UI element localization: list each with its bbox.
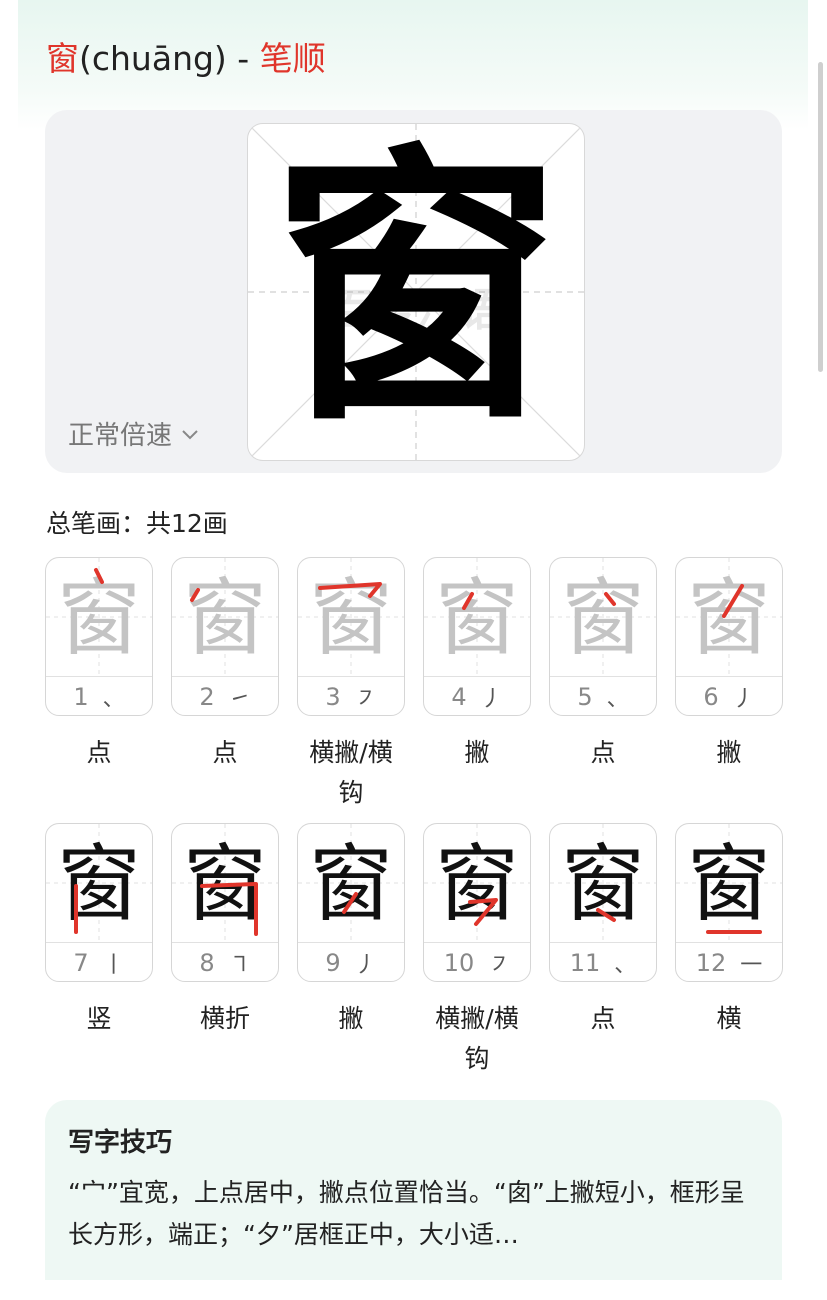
stroke-glyph: 、 [606,686,629,712]
stroke-glyph: 丨 [102,952,125,978]
stroke-glyph: 、 [614,952,637,978]
animation-canvas[interactable]: 百度汉语 窗 [247,123,585,461]
stroke-name: 横 [716,1004,742,1033]
stroke-name: 点 [590,1004,616,1033]
current-stroke-highlight [722,584,744,618]
stroke-item[interactable]: 窗 3 ㇇横撇/横钩 [297,557,405,807]
chevron-down-icon [182,429,198,439]
stroke-item[interactable]: 窗 11、点 [549,823,657,1033]
stroke-card[interactable]: 窗9丿 [297,823,405,982]
stroke-number: 11 [569,948,601,977]
stroke-card[interactable]: 窗 8 ㇕ [171,823,279,982]
title-pinyin: (chuāng) [79,39,227,78]
stroke-footer: 1、 [46,676,152,715]
stroke-footer: 3 ㇇ [298,676,404,715]
stroke-glyph: 一 [740,952,763,978]
stroke-card[interactable]: 窗 12 一 [675,823,783,982]
stroke-name: 点 [590,738,616,767]
stroke-number: 1 [73,682,89,711]
stroke-item[interactable]: 窗 5、点 [549,557,657,767]
title-section: 笔顺 [259,39,326,78]
current-stroke-highlight [596,908,616,922]
stroke-footer: 11 、 [550,942,656,981]
current-stroke-highlight [200,882,258,936]
stroke-item[interactable]: 窗 2 ㇀点 [171,557,279,767]
stroke-footer: 6丿 [676,676,782,715]
stroke-card[interactable]: 窗4丿 [423,557,531,716]
scrollbar[interactable] [818,62,823,372]
stroke-item[interactable]: 窗 12 一横 [675,823,783,1033]
stroke-name: 点 [212,738,238,767]
stroke-card[interactable]: 窗 11、 [549,823,657,982]
current-stroke-highlight [462,592,474,610]
stroke-card[interactable]: 窗7丨 [45,823,153,982]
stroke-number: 2 [199,682,215,711]
animated-character: 窗 [271,123,561,459]
page-title: 窗(chuāng) - 笔顺 [46,34,326,84]
stroke-item[interactable]: 窗 10 ㇇横撇/横钩 [423,823,531,1073]
stroke-item[interactable]: 窗4丿撇 [423,557,531,767]
stroke-number: 12 [695,948,727,977]
stroke-number: 10 [443,948,475,977]
current-stroke-highlight [74,884,78,934]
stroke-footer: 12 一 [676,942,782,981]
stroke-footer: 10 ㇇ [424,942,530,981]
stroke-number: 7 [73,948,89,977]
stroke-name: 撇 [716,738,742,767]
speed-selector[interactable]: 正常倍速 [68,415,200,452]
stroke-footer: 2 ㇀ [172,676,278,715]
current-stroke-highlight [318,582,382,598]
stroke-name: 横撇/横钩 [435,1004,519,1073]
stroke-item[interactable]: 窗 1、点 [45,557,153,767]
current-stroke-highlight [94,568,104,584]
stroke-glyph: ㇇ [354,686,377,712]
current-stroke-highlight [468,898,498,926]
stroke-card[interactable]: 窗6丿 [675,557,783,716]
stroke-name: 点 [86,738,112,767]
stroke-name: 撇 [338,1004,364,1033]
stroke-card[interactable]: 窗 2 ㇀ [171,557,279,716]
total-strokes: 总笔画：共12画 [46,509,228,538]
title-char: 窗 [46,39,79,78]
stroke-number: 3 [325,682,341,711]
stroke-name: 横折 [199,1004,250,1033]
current-stroke-highlight [706,930,762,934]
stroke-number: 8 [199,948,215,977]
stroke-item[interactable]: 窗7丨竖 [45,823,153,1033]
current-stroke-highlight [342,892,358,914]
tips-title: 写字技巧 [68,1128,173,1158]
stroke-card[interactable]: 窗 5、 [549,557,657,716]
stroke-number: 4 [451,682,467,711]
stroke-glyph: ㇇ [488,952,511,978]
stroke-card[interactable]: 窗 10 ㇇ [423,823,531,982]
stroke-glyph: 丿 [732,686,755,712]
stroke-footer: 7丨 [46,942,152,981]
speed-label: 正常倍速 [68,421,173,451]
stroke-footer: 9丿 [298,942,404,981]
stroke-number: 6 [703,682,719,711]
current-stroke-highlight [190,588,200,602]
stroke-footer: 8 ㇕ [172,942,278,981]
title-separator: - [226,39,260,78]
current-stroke-highlight [604,592,616,606]
stroke-glyph: ㇀ [228,686,251,712]
stroke-glyph: 丿 [480,686,503,712]
stroke-item[interactable]: 窗6丿撇 [675,557,783,767]
stroke-name: 撇 [464,738,490,767]
stroke-card[interactable]: 窗 3 ㇇ [297,557,405,716]
tips-text: “宀”宜宽，上点居中，撇点位置恰当。“囱”上撇短小，框形呈长方形，端正；“夕”居… [68,1178,745,1249]
stroke-glyph: ㇕ [228,952,251,978]
stroke-glyph: 丿 [354,952,377,978]
stroke-footer: 5、 [550,676,656,715]
stroke-name: 竖 [86,1004,112,1033]
stroke-glyph: 、 [102,686,125,712]
stroke-item[interactable]: 窗 8 ㇕横折 [171,823,279,1033]
stroke-number: 9 [325,948,341,977]
stroke-number: 5 [577,682,593,711]
stroke-card[interactable]: 窗 1、 [45,557,153,716]
stroke-item[interactable]: 窗9丿撇 [297,823,405,1033]
stroke-name: 横撇/横钩 [309,738,393,807]
stroke-footer: 4丿 [424,676,530,715]
